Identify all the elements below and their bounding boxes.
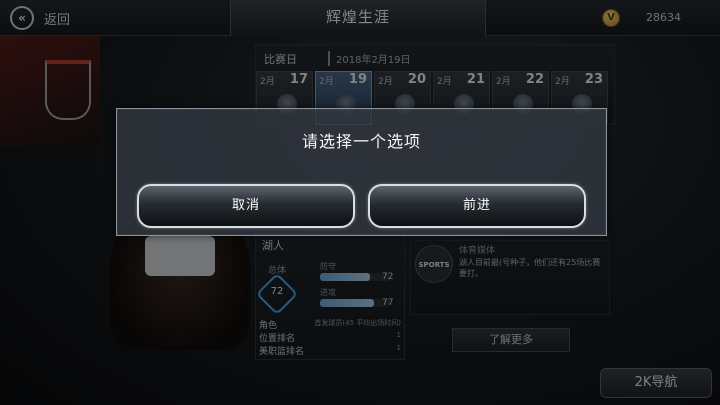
option-dialog: 请选择一个选项 取消 前进 <box>116 108 607 236</box>
cancel-button[interactable]: 取消 <box>137 184 355 228</box>
dialog-title: 请选择一个选项 <box>301 132 421 151</box>
proceed-button[interactable]: 前进 <box>368 184 586 228</box>
